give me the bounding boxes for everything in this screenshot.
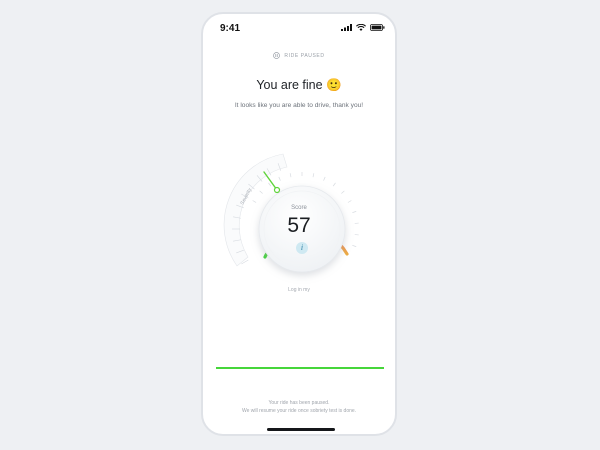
progress-fill: [216, 367, 384, 369]
gauge-tick: [352, 245, 357, 247]
home-indicator: [267, 428, 335, 431]
gauge-tick: [268, 182, 272, 187]
phone-frame: 9:41 RIDE PAUSED You are fine 🙂 It looks…: [201, 12, 397, 436]
gauge-tick: [323, 176, 326, 181]
gauge-tick: [332, 182, 336, 187]
footer-line-1: Your ride has been paused.: [268, 400, 330, 406]
gauge-tick: [289, 173, 292, 178]
gauge-tick: [347, 200, 352, 203]
log-link[interactable]: Log in my: [203, 287, 395, 293]
gauge-tick: [352, 211, 357, 213]
score-label: Score: [291, 205, 307, 211]
info-icon[interactable]: i: [296, 242, 308, 254]
progress-bar: [216, 367, 384, 369]
gauge-needle-dot: [273, 186, 281, 194]
score-value: 57: [287, 214, 311, 237]
gauge-tick: [312, 173, 315, 178]
gauge-tick: [252, 200, 257, 203]
gauge-tick: [259, 190, 263, 194]
gauge-tick: [341, 190, 345, 194]
gauge-tick: [278, 176, 281, 181]
footer-line-2: We will resume your ride once sobriety t…: [241, 408, 357, 414]
footer-message: Your ride has been paused. We will resum…: [203, 399, 395, 415]
